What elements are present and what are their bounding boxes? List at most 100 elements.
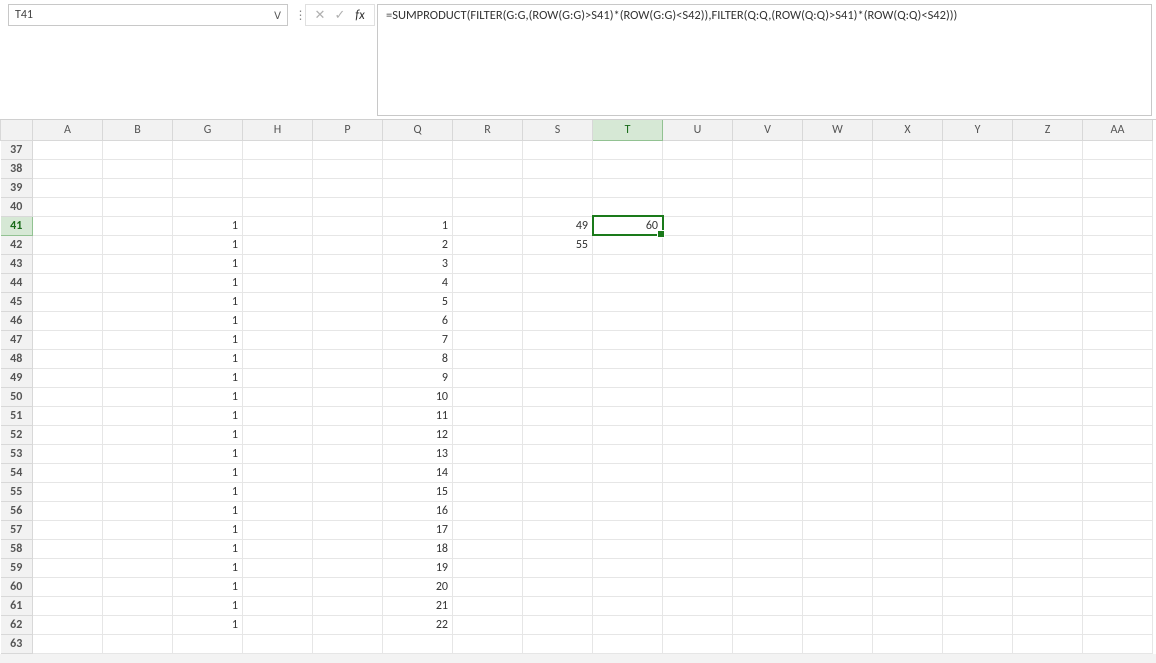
row-header-54[interactable]: 54 — [1, 463, 33, 482]
cell-G48[interactable]: 1 — [173, 349, 243, 368]
cell-AA39[interactable] — [1083, 178, 1153, 197]
cell-S57[interactable] — [523, 520, 593, 539]
cell-T62[interactable] — [593, 615, 663, 634]
cell-U56[interactable] — [663, 501, 733, 520]
cell-W47[interactable] — [803, 330, 873, 349]
cell-X47[interactable] — [873, 330, 943, 349]
cell-AA53[interactable] — [1083, 444, 1153, 463]
cell-U37[interactable] — [663, 140, 733, 159]
row-header-38[interactable]: 38 — [1, 159, 33, 178]
cell-P38[interactable] — [313, 159, 383, 178]
cell-B48[interactable] — [103, 349, 173, 368]
cell-X60[interactable] — [873, 577, 943, 596]
cell-Q60[interactable]: 20 — [383, 577, 453, 596]
cell-T57[interactable] — [593, 520, 663, 539]
cell-P46[interactable] — [313, 311, 383, 330]
column-header-H[interactable]: H — [243, 120, 313, 140]
column-header-A[interactable]: A — [33, 120, 103, 140]
cell-G43[interactable]: 1 — [173, 254, 243, 273]
cell-T49[interactable] — [593, 368, 663, 387]
cell-R52[interactable] — [453, 425, 523, 444]
cell-Q49[interactable]: 9 — [383, 368, 453, 387]
cell-W50[interactable] — [803, 387, 873, 406]
row-header-57[interactable]: 57 — [1, 520, 33, 539]
cell-Z47[interactable] — [1013, 330, 1083, 349]
cell-H57[interactable] — [243, 520, 313, 539]
cell-T63[interactable] — [593, 634, 663, 653]
cell-P43[interactable] — [313, 254, 383, 273]
cell-Y39[interactable] — [943, 178, 1013, 197]
select-all-corner[interactable] — [1, 120, 33, 140]
cell-Q40[interactable] — [383, 197, 453, 216]
column-header-Y[interactable]: Y — [943, 120, 1013, 140]
cell-W55[interactable] — [803, 482, 873, 501]
cell-H44[interactable] — [243, 273, 313, 292]
cell-P60[interactable] — [313, 577, 383, 596]
cell-T44[interactable] — [593, 273, 663, 292]
cell-A58[interactable] — [33, 539, 103, 558]
cell-W46[interactable] — [803, 311, 873, 330]
cell-AA48[interactable] — [1083, 349, 1153, 368]
cell-G61[interactable]: 1 — [173, 596, 243, 615]
cell-H40[interactable] — [243, 197, 313, 216]
cell-V54[interactable] — [733, 463, 803, 482]
cell-A59[interactable] — [33, 558, 103, 577]
cell-R43[interactable] — [453, 254, 523, 273]
cell-H37[interactable] — [243, 140, 313, 159]
column-header-AA[interactable]: AA — [1083, 120, 1153, 140]
cell-T46[interactable] — [593, 311, 663, 330]
cell-P42[interactable] — [313, 235, 383, 254]
cell-Q55[interactable]: 15 — [383, 482, 453, 501]
cell-H46[interactable] — [243, 311, 313, 330]
cell-S39[interactable] — [523, 178, 593, 197]
cell-Q46[interactable]: 6 — [383, 311, 453, 330]
cell-X39[interactable] — [873, 178, 943, 197]
cell-T53[interactable] — [593, 444, 663, 463]
cell-V63[interactable] — [733, 634, 803, 653]
cell-V42[interactable] — [733, 235, 803, 254]
cell-Q53[interactable]: 13 — [383, 444, 453, 463]
cell-A47[interactable] — [33, 330, 103, 349]
column-header-G[interactable]: G — [173, 120, 243, 140]
cell-B56[interactable] — [103, 501, 173, 520]
cell-P50[interactable] — [313, 387, 383, 406]
column-header-W[interactable]: W — [803, 120, 873, 140]
cell-P54[interactable] — [313, 463, 383, 482]
cell-G59[interactable]: 1 — [173, 558, 243, 577]
cell-T39[interactable] — [593, 178, 663, 197]
cell-H55[interactable] — [243, 482, 313, 501]
cell-B52[interactable] — [103, 425, 173, 444]
chevron-down-icon[interactable]: ᐯ — [274, 9, 281, 22]
cell-T45[interactable] — [593, 292, 663, 311]
cell-W60[interactable] — [803, 577, 873, 596]
cell-T43[interactable] — [593, 254, 663, 273]
cell-S38[interactable] — [523, 159, 593, 178]
cell-Q51[interactable]: 11 — [383, 406, 453, 425]
cell-B53[interactable] — [103, 444, 173, 463]
cell-AA58[interactable] — [1083, 539, 1153, 558]
cell-U46[interactable] — [663, 311, 733, 330]
cell-A46[interactable] — [33, 311, 103, 330]
cell-W63[interactable] — [803, 634, 873, 653]
cell-B54[interactable] — [103, 463, 173, 482]
cell-V37[interactable] — [733, 140, 803, 159]
cell-W48[interactable] — [803, 349, 873, 368]
cell-S63[interactable] — [523, 634, 593, 653]
cell-X57[interactable] — [873, 520, 943, 539]
cell-Y40[interactable] — [943, 197, 1013, 216]
cell-V49[interactable] — [733, 368, 803, 387]
cell-Q54[interactable]: 14 — [383, 463, 453, 482]
cell-W56[interactable] — [803, 501, 873, 520]
row-header-44[interactable]: 44 — [1, 273, 33, 292]
cell-S60[interactable] — [523, 577, 593, 596]
cell-G63[interactable] — [173, 634, 243, 653]
cell-A37[interactable] — [33, 140, 103, 159]
cell-U42[interactable] — [663, 235, 733, 254]
cell-A41[interactable] — [33, 216, 103, 235]
cell-V60[interactable] — [733, 577, 803, 596]
cell-H38[interactable] — [243, 159, 313, 178]
column-header-Q[interactable]: Q — [383, 120, 453, 140]
cell-R55[interactable] — [453, 482, 523, 501]
cell-Z39[interactable] — [1013, 178, 1083, 197]
column-header-X[interactable]: X — [873, 120, 943, 140]
